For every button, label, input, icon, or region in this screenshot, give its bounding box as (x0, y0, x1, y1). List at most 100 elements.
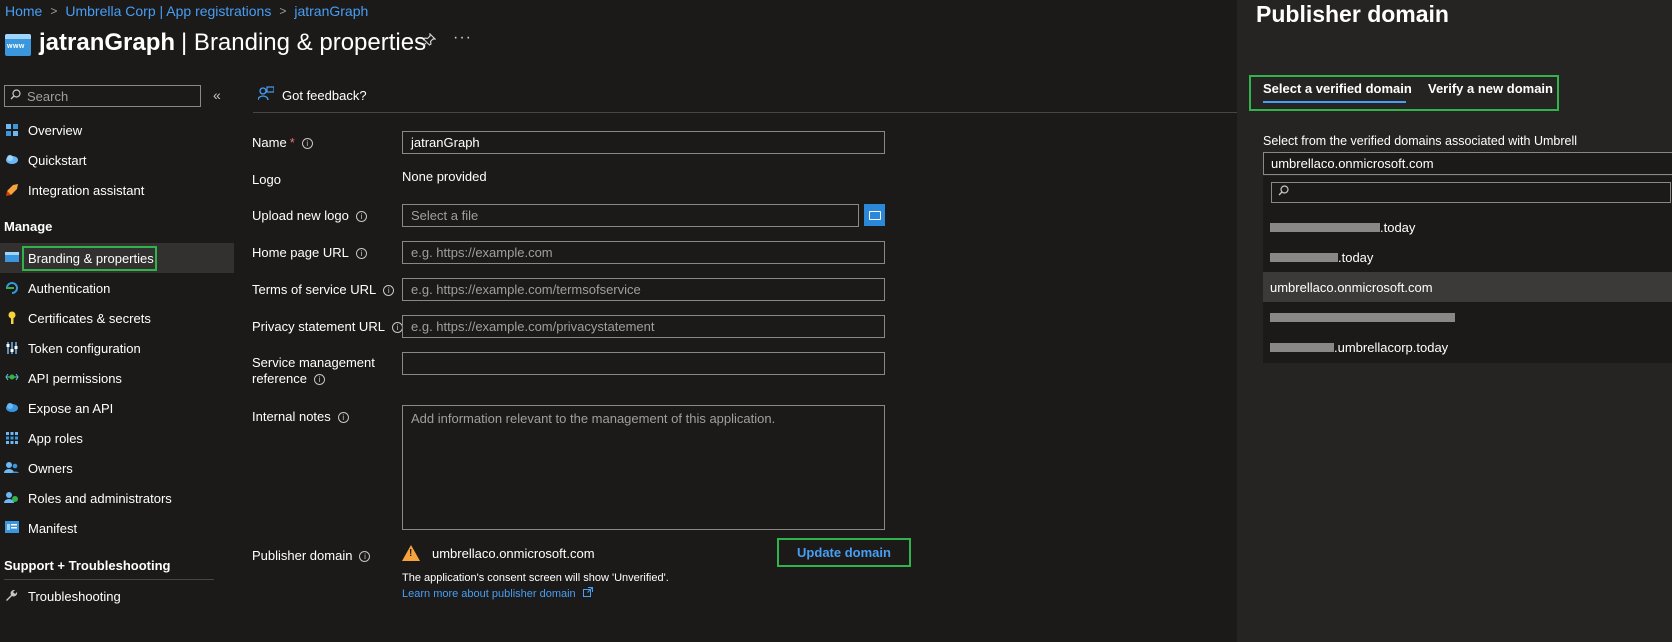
breadcrumb-home[interactable]: Home (5, 3, 42, 19)
divider (253, 112, 1237, 113)
collapse-sidebar-icon[interactable]: « (213, 87, 221, 103)
sidebar-item-authentication[interactable]: Authentication (0, 273, 234, 303)
sidebar-item-certificates[interactable]: Certificates & secrets (0, 303, 234, 333)
feedback-label: Got feedback? (282, 87, 367, 103)
info-icon[interactable]: i (301, 138, 313, 150)
update-domain-button[interactable]: Update domain (777, 538, 911, 567)
domain-option-suffix: .today (1338, 249, 1374, 265)
name-input[interactable]: jatranGraph (402, 131, 885, 154)
homepage-url-label: Home page URL i (252, 245, 367, 261)
sidebar-item-label: Roles and administrators (28, 490, 172, 506)
www-icon: www (5, 34, 31, 56)
name-label-text: Name (252, 135, 287, 150)
domain-option[interactable] (1263, 302, 1672, 332)
sidebar-search-input[interactable]: Search (4, 85, 201, 107)
logo-value: None provided (402, 169, 487, 184)
cloud-icon (4, 153, 19, 168)
page-title: www jatranGraph | Branding & properties (5, 28, 426, 58)
info-icon[interactable]: i (383, 285, 395, 297)
sidebar-item-integration-assistant[interactable]: Integration assistant (0, 175, 234, 205)
tab-verify-new-domain[interactable]: Verify a new domain (1428, 81, 1553, 96)
sidebar-item-token-configuration[interactable]: Token configuration (0, 333, 234, 363)
sliders-icon (4, 341, 19, 356)
service-management-input[interactable] (402, 352, 885, 375)
breadcrumb: Home > Umbrella Corp | App registrations… (5, 2, 368, 20)
breadcrumb-app[interactable]: jatranGraph (294, 3, 368, 19)
breadcrumb-app-registrations[interactable]: Umbrella Corp | App registrations (65, 3, 271, 19)
info-icon[interactable]: i (355, 248, 367, 260)
info-icon[interactable]: i (337, 412, 349, 424)
sidebar-item-label: Expose an API (28, 400, 114, 416)
domain-option-suffix: .today (1380, 219, 1416, 235)
domain-option[interactable]: .today (1263, 242, 1672, 272)
sidebar-item-owners[interactable]: Owners (0, 453, 234, 483)
sidebar-item-quickstart[interactable]: Quickstart (0, 145, 234, 175)
redacted-text (1270, 252, 1338, 262)
grid-icon (4, 431, 19, 446)
sidebar-item-roles-admins[interactable]: Roles and administrators (0, 483, 234, 513)
grid-icon (4, 123, 19, 138)
tos-url-input[interactable]: e.g. https://example.com/termsofservice (402, 278, 885, 301)
internal-notes-textarea[interactable]: Add information relevant to the manageme… (402, 405, 885, 530)
sidebar-item-label: Certificates & secrets (28, 310, 151, 326)
redacted-text (1270, 222, 1380, 232)
dropdown-search-input[interactable] (1271, 182, 1671, 203)
internal-notes-label-text: Internal notes (252, 409, 331, 424)
sidebar-item-api-permissions[interactable]: API permissions (0, 363, 234, 393)
internal-notes-label: Internal notes i (252, 409, 349, 425)
sidebar-item-app-roles[interactable]: App roles (0, 423, 234, 453)
homepage-url-input[interactable]: e.g. https://example.com (402, 241, 885, 264)
sidebar-item-overview[interactable]: Overview (0, 115, 234, 145)
panel-description: Select from the verified domains associa… (1263, 134, 1578, 148)
publisher-domain-value: umbrellaco.onmicrosoft.com (432, 546, 595, 561)
sidebar-item-troubleshooting[interactable]: Troubleshooting (0, 581, 234, 611)
tab-select-verified-domain[interactable]: Select a verified domain (1263, 81, 1412, 96)
domain-option-selected[interactable]: umbrellaco.onmicrosoft.com (1263, 272, 1672, 302)
privacy-url-label: Privacy statement URL i (252, 319, 403, 335)
sidebar-item-expose-api[interactable]: Expose an API (0, 393, 234, 423)
sidebar-item-label: Integration assistant (28, 182, 145, 198)
domain-option[interactable]: .umbrellacorp.today (1263, 332, 1672, 362)
learn-more-link[interactable]: Learn more about publisher domain (402, 587, 593, 600)
upload-logo-input[interactable]: Select a file (402, 204, 859, 227)
publisher-domain-panel: Publisher domain Select a verified domai… (1237, 0, 1672, 642)
app-name: jatranGraph (39, 29, 176, 56)
redacted-text (1270, 312, 1455, 322)
page-name: | Branding & properties (181, 29, 427, 56)
redacted-text (1270, 342, 1334, 352)
upload-logo-label: Upload new logo i (252, 208, 367, 224)
tos-url-label: Terms of service URL i (252, 282, 395, 298)
feedback-button[interactable]: Got feedback? (257, 85, 367, 105)
active-tab-indicator (1263, 101, 1406, 103)
publisher-domain-label: Publisher domain i (252, 548, 371, 564)
required-marker: * (289, 135, 295, 150)
consent-warning-text: The application's consent screen will sh… (402, 572, 669, 584)
cloud-icon (4, 401, 19, 416)
divider (4, 579, 214, 580)
sidebar-item-label: Token configuration (28, 340, 141, 356)
pin-icon[interactable] (422, 32, 437, 47)
service-management-label-line1: Service management (252, 355, 375, 370)
sidebar-item-label: Overview (28, 122, 83, 138)
manifest-icon (4, 520, 19, 536)
info-icon[interactable]: i (359, 551, 371, 563)
info-icon[interactable]: i (355, 211, 367, 223)
people-icon (4, 461, 19, 476)
wrench-icon (4, 589, 19, 604)
privacy-url-input[interactable]: e.g. https://example.com/privacystatemen… (402, 315, 885, 338)
auth-icon (4, 281, 19, 296)
tos-url-label-text: Terms of service URL (252, 282, 377, 297)
search-placeholder: Search (27, 88, 69, 104)
sidebar-item-manifest[interactable]: Manifest (0, 513, 234, 543)
domain-option[interactable]: .today (1263, 212, 1672, 242)
chevron-right-icon: > (50, 4, 58, 18)
service-management-label: Service management reference i (252, 355, 375, 387)
verified-domain-select[interactable]: umbrellaco.onmicrosoft.com (1263, 152, 1672, 175)
logo-label: Logo (252, 172, 281, 187)
warning-icon: ! (402, 545, 420, 561)
more-options-icon[interactable]: ··· (453, 29, 472, 47)
search-icon (10, 89, 21, 103)
info-icon[interactable]: i (313, 374, 325, 386)
rocket-icon (4, 183, 19, 198)
browse-file-button[interactable] (864, 204, 885, 226)
